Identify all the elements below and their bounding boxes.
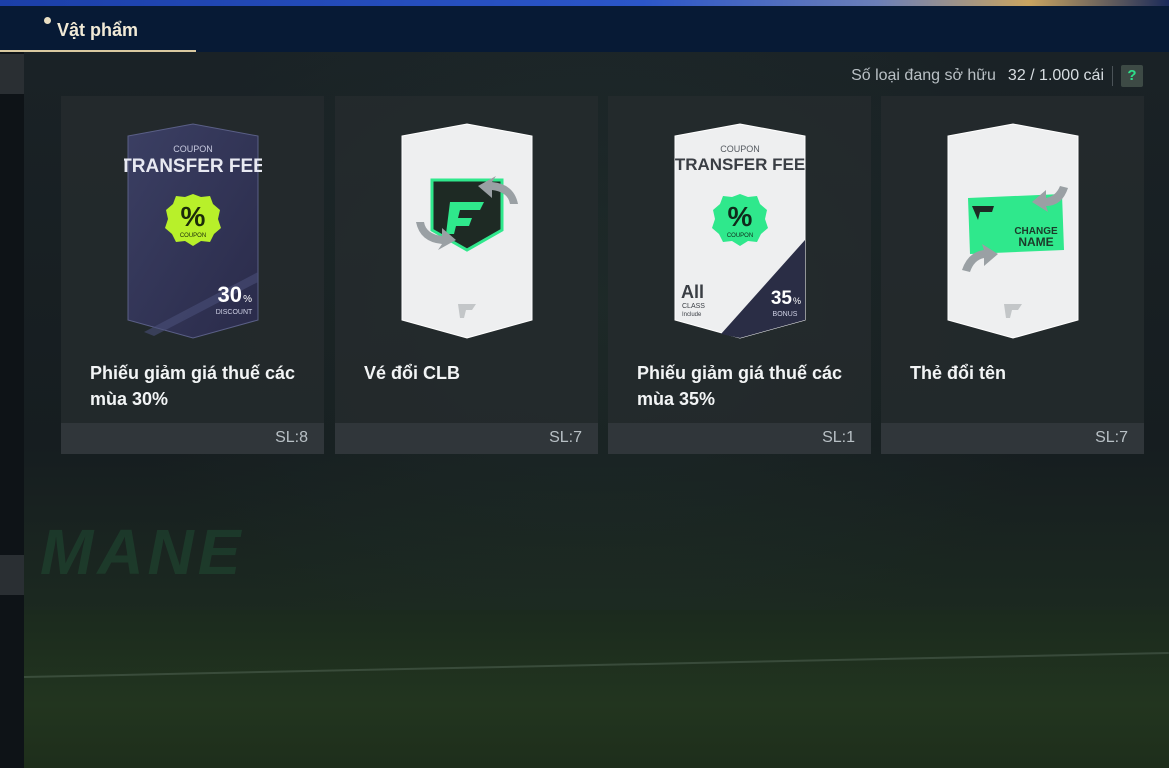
coupon-30-unit: % xyxy=(243,294,252,305)
background-logo: MANE xyxy=(40,516,245,588)
coupon-35-caption: BONUS xyxy=(773,311,798,318)
item-quantity: SL:7 xyxy=(1095,429,1128,446)
coupon-35-class-big: All xyxy=(681,282,704,302)
item-footer: SL:8 xyxy=(61,423,324,454)
percent-icon: % xyxy=(181,201,206,232)
item-name: Phiếu giảm giá thuế các mùa 30% xyxy=(90,363,296,409)
inventory-count-value: 32 / 1.000 cái xyxy=(1007,67,1104,84)
item-quantity: SL:1 xyxy=(822,429,855,446)
coupon-35-value: 35 xyxy=(771,288,793,309)
item-card-name-change[interactable]: CHANGE NAME Thẻ đổi tên SL:7 xyxy=(881,96,1144,454)
item-quantity: SL:7 xyxy=(549,429,582,446)
inventory-count: Số loại đang sở hữu 32 / 1.000 cái ? xyxy=(851,64,1143,88)
percent-icon: % xyxy=(728,201,753,232)
background-pitch xyxy=(24,610,1169,768)
left-rail-tab-bottom[interactable] xyxy=(0,555,24,595)
ticket-line2: NAME xyxy=(1018,235,1053,249)
coupon-35-card-image: COUPON TRANSFER FEE % COUPON All CLASS I… xyxy=(674,123,806,339)
coupon-30-title-text: TRANSFER FEE xyxy=(124,156,262,177)
coupon-35-class-small: CLASS xyxy=(682,303,705,310)
coupon-35-unit: % xyxy=(793,296,801,306)
coupon-35-class-small2: Include xyxy=(682,312,702,318)
item-card-club-change[interactable]: Vé đổi CLB SL:7 xyxy=(335,96,598,454)
item-card-coupon-30[interactable]: COUPON TRANSFER FEE % COUPON 30 % DISCOU… xyxy=(61,96,324,454)
coupon-35-title-text: TRANSFER FEE xyxy=(675,155,805,174)
coupon-30-caption: DISCOUNT xyxy=(216,309,253,316)
coupon-30-badge-text: COUPON xyxy=(180,233,206,239)
coupon-30-top-text: COUPON xyxy=(173,144,213,154)
coupon-30-value: 30 xyxy=(218,282,242,307)
coupon-35-badge-text: COUPON xyxy=(727,233,753,239)
help-button[interactable]: ? xyxy=(1121,65,1143,87)
count-divider xyxy=(1112,66,1113,86)
item-name: Vé đổi CLB xyxy=(364,363,461,383)
item-footer: SL:7 xyxy=(335,423,598,454)
left-rail-tab-top[interactable] xyxy=(0,54,24,94)
item-quantity: SL:8 xyxy=(275,429,308,446)
item-card-coupon-35[interactable]: COUPON TRANSFER FEE % COUPON All CLASS I… xyxy=(608,96,871,454)
name-change-card-image: CHANGE NAME xyxy=(947,123,1079,339)
coupon-35-top-text: COUPON xyxy=(720,144,760,154)
tab-items[interactable]: Vật phẩm xyxy=(0,6,196,52)
club-change-card-image xyxy=(401,123,533,339)
item-name: Thẻ đổi tên xyxy=(910,363,1006,383)
inventory-count-label: Số loại đang sở hữu xyxy=(851,67,996,84)
coupon-30-card-image: COUPON TRANSFER FEE % COUPON 30 % DISCOU… xyxy=(124,123,262,339)
item-footer: SL:7 xyxy=(881,423,1144,454)
header-bar: Vật phẩm xyxy=(0,6,1169,52)
left-rail xyxy=(0,52,24,768)
item-name: Phiếu giảm giá thuế các mùa 35% xyxy=(637,363,843,409)
tab-notification-dot xyxy=(44,17,51,24)
item-footer: SL:1 xyxy=(608,423,871,454)
tab-items-label: Vật phẩm xyxy=(57,20,139,40)
